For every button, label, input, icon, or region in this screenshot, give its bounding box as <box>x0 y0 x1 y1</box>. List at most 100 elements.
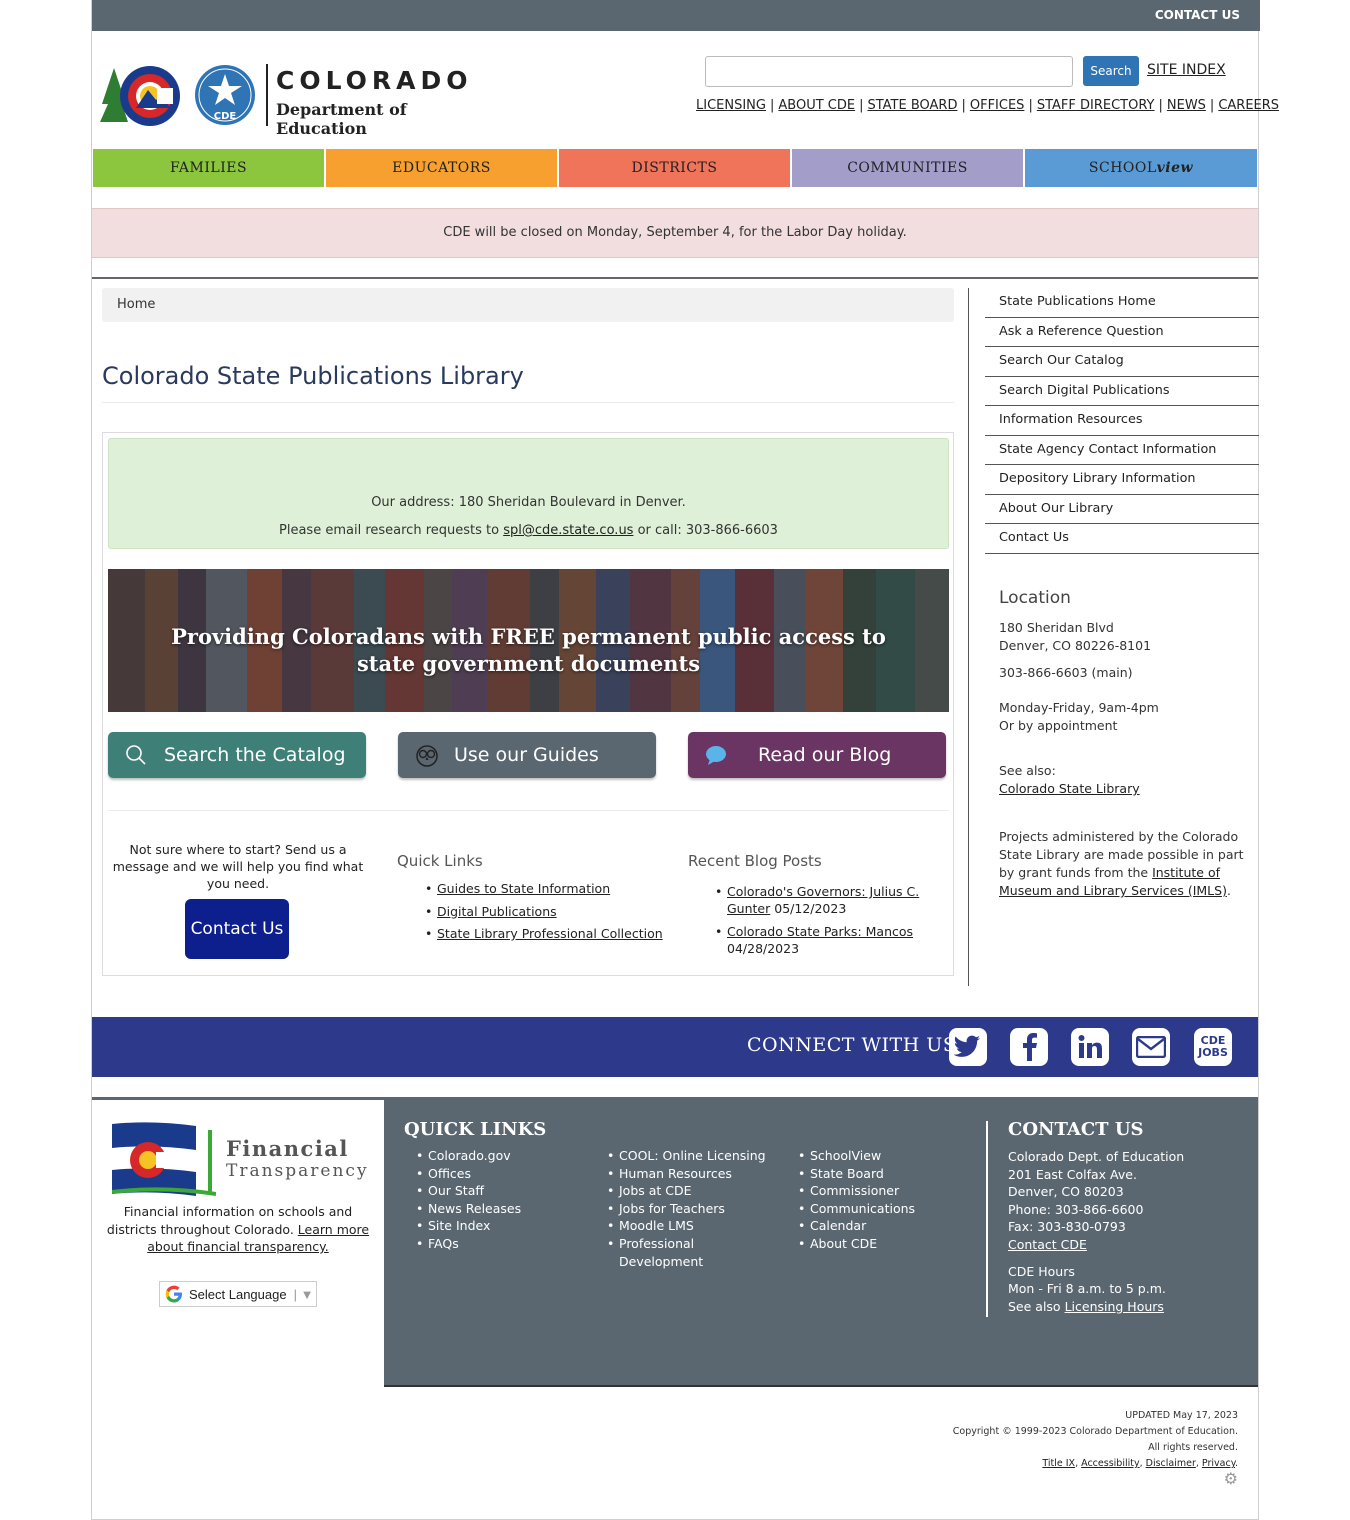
contact-us-button[interactable]: Contact Us <box>185 899 289 959</box>
quick-link[interactable]: Guides to State Information <box>437 881 610 896</box>
sidebar-item-depository-library[interactable]: Depository Library Information <box>985 465 1259 495</box>
footer-divider <box>986 1121 988 1317</box>
footer: Financial Transparency Financial informa… <box>92 1097 1258 1387</box>
colorado-state-library-link[interactable]: Colorado State Library <box>999 781 1140 796</box>
footer-link[interactable]: Colorado.gov <box>416 1147 521 1165</box>
holiday-alert: CDE will be closed on Monday, September … <box>92 208 1258 258</box>
box-rule <box>108 810 949 811</box>
contact-cde-link[interactable]: Contact CDE <box>1008 1237 1087 1252</box>
list-item: Guides to State Information <box>425 878 663 901</box>
sidebar-item-publications-home[interactable]: State Publications Home <box>985 288 1259 318</box>
email-icon[interactable] <box>1132 1028 1170 1066</box>
footer-link[interactable]: About CDE <box>798 1235 915 1253</box>
footer-link[interactable]: FAQs <box>416 1235 521 1253</box>
title-rule <box>102 402 954 403</box>
sidebar-item-digital-publications[interactable]: Search Digital Publications <box>985 377 1259 406</box>
footer-links-col3: SchoolView State Board Commissioner Comm… <box>798 1147 915 1253</box>
footer-link[interactable]: Human Resources <box>607 1165 782 1183</box>
address-line: Our address: 180 Sheridan Boulevard in D… <box>371 495 686 510</box>
logo-divider <box>266 64 268 126</box>
footer-link[interactable]: State Board <box>798 1165 915 1183</box>
blog-post-link[interactable]: Colorado State Parks: Mancos <box>727 924 913 939</box>
nav-tab-schoolview[interactable]: SCHOOL view <box>1025 149 1257 187</box>
site-index-link[interactable]: SITE INDEX <box>1147 62 1226 78</box>
top-contact-link[interactable]: CONTACT US <box>1155 8 1240 22</box>
footer-link[interactable]: Jobs at CDE <box>607 1182 782 1200</box>
search-icon <box>124 743 158 767</box>
nav-tab-families[interactable]: FAMILIES <box>93 149 324 187</box>
footer-links-col1: Colorado.gov Offices Our Staff News Rele… <box>416 1147 521 1253</box>
svg-text:CDE: CDE <box>214 111 237 122</box>
list-item: Colorado's Governors: Julius C. Gunter 0… <box>715 883 925 917</box>
search-button[interactable]: Search <box>1083 56 1139 86</box>
nav-tab-educators[interactable]: EDUCATORS <box>326 149 557 187</box>
imls-note: Projects administered by the Colorado St… <box>999 829 1244 898</box>
privacy-link[interactable]: Privacy <box>1202 1458 1235 1469</box>
location-hours: Monday-Friday, 9am-4pm Or by appointment <box>999 700 1159 733</box>
page: CONTACT US CDE COLORADO Department of Ed… <box>91 0 1279 1520</box>
util-link-licensing[interactable]: LICENSING <box>696 98 766 113</box>
footer-link[interactable]: SchoolView <box>798 1147 915 1165</box>
footer-link[interactable]: Jobs for Teachers <box>607 1200 782 1218</box>
footer-link[interactable]: Offices <box>416 1165 521 1183</box>
footer-link[interactable]: Commissioner <box>798 1182 915 1200</box>
sidebar-item-agency-contact[interactable]: State Agency Contact Information <box>985 436 1259 465</box>
footer-link[interactable]: COOL: Online Licensing <box>607 1147 782 1165</box>
cde-logo[interactable]: CDE COLORADO Department of Education <box>100 60 490 138</box>
sidebar-item-information-resources[interactable]: Information Resources <box>985 406 1259 436</box>
search-catalog-button[interactable]: Search the Catalog <box>108 732 366 778</box>
blog-post-date: 05/12/2023 <box>774 901 847 916</box>
read-blog-button[interactable]: Read our Blog <box>688 732 946 778</box>
quick-link[interactable]: State Library Professional Collection <box>437 926 663 941</box>
footer-link[interactable]: News Releases <box>416 1200 521 1218</box>
quick-link[interactable]: Digital Publications <box>437 904 557 919</box>
sidebar-nav: State Publications Home Ask a Reference … <box>985 288 1259 554</box>
util-link-about[interactable]: ABOUT CDE <box>778 98 855 113</box>
footer-links-col2: COOL: Online Licensing Human Resources J… <box>607 1147 782 1270</box>
email-link[interactable]: spl@cde.state.co.us <box>503 523 633 538</box>
footer-link[interactable]: Site Index <box>416 1217 521 1235</box>
help-text: Not sure where to start? Send us a messa… <box>112 842 364 891</box>
list-item: Colorado State Parks: Mancos 04/28/2023 <box>715 923 925 957</box>
util-link-news[interactable]: NEWS <box>1167 98 1206 113</box>
content-box: Our address: 180 Sheridan Boulevard in D… <box>102 432 954 976</box>
footer-contact-heading: CONTACT US <box>1008 1119 1144 1140</box>
blog-posts-heading: Recent Blog Posts <box>688 852 822 870</box>
language-select[interactable]: Select Language | ▼ <box>159 1281 317 1307</box>
footer-link[interactable]: Calendar <box>798 1217 915 1235</box>
footer-link[interactable]: Moodle LMS <box>607 1217 782 1235</box>
nav-tab-communities[interactable]: COMMUNITIES <box>792 149 1023 187</box>
sidebar-item-reference-question[interactable]: Ask a Reference Question <box>985 318 1259 347</box>
breadcrumb-home[interactable]: Home <box>117 297 155 312</box>
linkedin-icon[interactable] <box>1071 1028 1109 1066</box>
see-also: See also: Colorado State Library <box>999 763 1140 796</box>
nav-tab-districts[interactable]: DISTRICTS <box>559 149 790 187</box>
util-link-careers[interactable]: CAREERS <box>1218 98 1279 113</box>
list-item: State Library Professional Collection <box>425 923 663 946</box>
util-link-offices[interactable]: OFFICES <box>970 98 1025 113</box>
blog-posts-list: Colorado's Governors: Julius C. Gunter 0… <box>715 883 925 963</box>
quick-links-list: Guides to State Information Digital Publ… <box>425 878 663 946</box>
footer-link[interactable]: Communications <box>798 1200 915 1218</box>
licensing-hours-link[interactable]: Licensing Hours <box>1065 1299 1164 1314</box>
cde-jobs-icon[interactable]: CDE JOBS <box>1194 1028 1232 1066</box>
title-ix-link[interactable]: Title IX <box>1042 1458 1075 1469</box>
location-address: 180 Sheridan Blvd Denver, CO 80226-8101 <box>999 620 1152 653</box>
blog-post-date: 04/28/2023 <box>727 941 800 956</box>
disclaimer-link[interactable]: Disclaimer <box>1146 1458 1196 1469</box>
list-item: Digital Publications <box>425 901 663 924</box>
search-input[interactable] <box>705 56 1073 87</box>
facebook-icon[interactable] <box>1010 1028 1048 1066</box>
twitter-icon[interactable] <box>949 1028 987 1066</box>
accessibility-link[interactable]: Accessibility <box>1081 1458 1139 1469</box>
use-guides-button[interactable]: Use our Guides <box>398 732 656 778</box>
footer-link[interactable]: Our Staff <box>416 1182 521 1200</box>
sidebar-item-contact-us[interactable]: Contact Us <box>985 524 1259 554</box>
sidebar-item-search-catalog[interactable]: Search Our Catalog <box>985 347 1259 377</box>
util-link-staff[interactable]: STAFF DIRECTORY <box>1037 98 1155 113</box>
sidebar-item-about-library[interactable]: About Our Library <box>985 495 1259 524</box>
util-link-state-board[interactable]: STATE BOARD <box>867 98 957 113</box>
footer-link[interactable]: Professional Development <box>607 1235 717 1270</box>
main-nav: FAMILIES EDUCATORS DISTRICTS COMMUNITIES… <box>93 149 1259 187</box>
gear-icon[interactable]: ⚙ <box>953 1471 1238 1487</box>
